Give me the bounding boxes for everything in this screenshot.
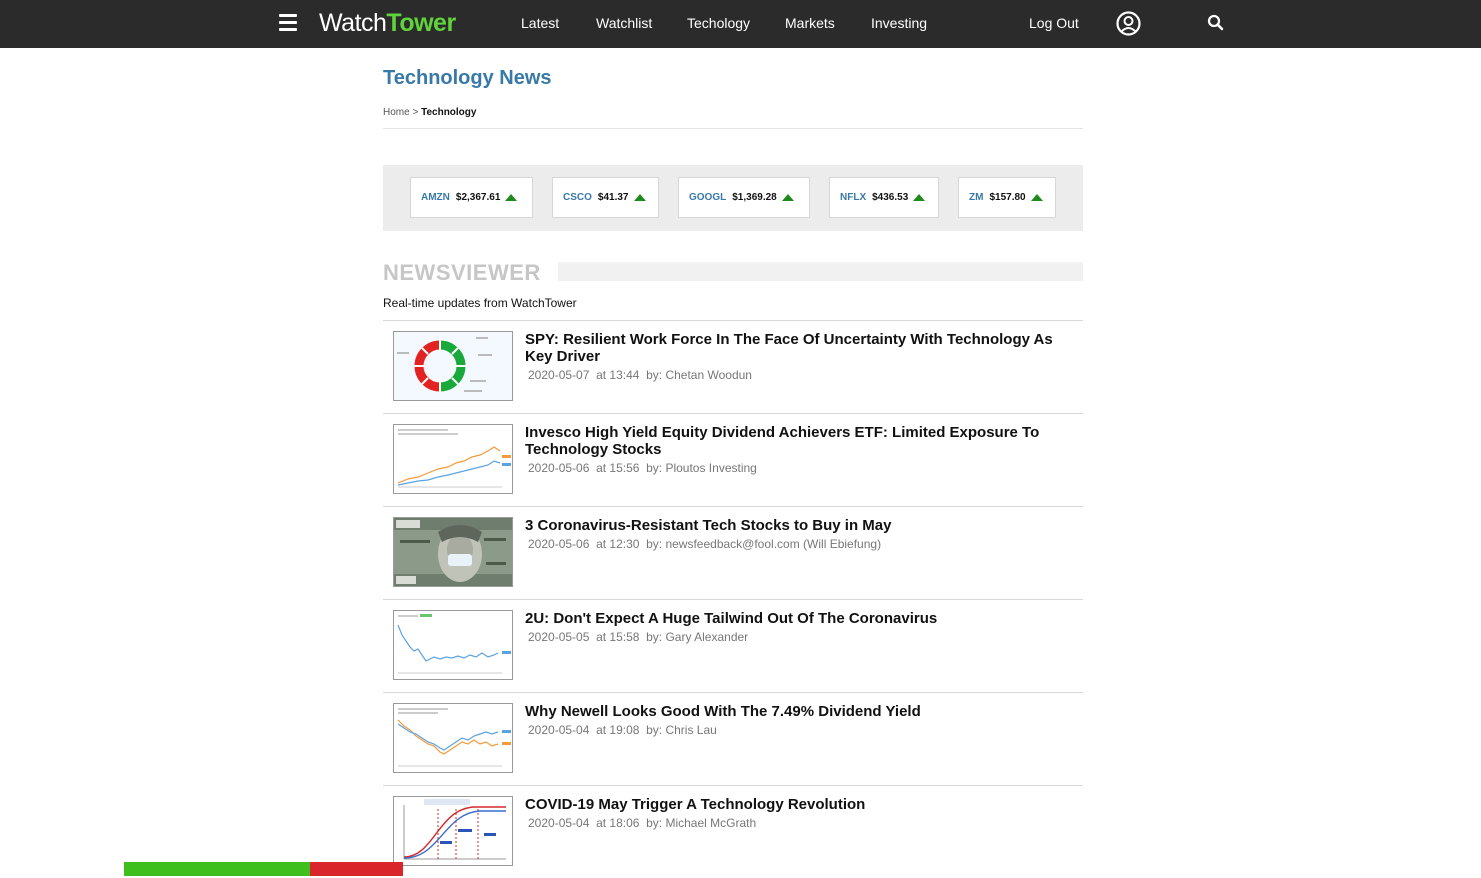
news-author: by: Chetan Woodun [646, 368, 752, 382]
page-title: Technology News [383, 67, 552, 89]
news-item[interactable]: Invesco High Yield Equity Dividend Achie… [383, 413, 1083, 506]
breadcrumb-current: Technology [421, 107, 477, 118]
user-circle-icon[interactable] [1116, 11, 1141, 36]
news-date: 2020-05-05 [528, 630, 590, 644]
news-author: by: Chris Lau [646, 723, 717, 737]
breadcrumb-home[interactable]: Home [383, 107, 410, 118]
news-author: by: Ploutos Investing [646, 461, 757, 475]
ticker-price: $41.37 [597, 192, 629, 203]
news-time: at 19:08 [596, 723, 640, 737]
news-time: at 18:06 [596, 816, 640, 830]
search-icon[interactable] [1207, 14, 1224, 31]
news-date: 2020-05-06 [528, 461, 590, 475]
ticker-symbol: AMZN [421, 192, 450, 203]
news-meta: 2020-05-06 at 12:30 by: newsfeedback@foo… [528, 537, 881, 551]
news-meta: 2020-05-04 at 18:06 by: Michael McGrath [528, 816, 756, 830]
ticker-nflx[interactable]: NFLX $436.53 [829, 177, 939, 218]
newsviewer-title: NEWSVIEWER [383, 260, 541, 285]
up-triangle-icon [913, 194, 926, 201]
news-date: 2020-05-07 [528, 368, 590, 382]
nav-latest[interactable]: Latest [521, 15, 559, 32]
ticker-symbol: GOOGL [689, 192, 727, 203]
logo-text-watch: Watch [319, 9, 387, 37]
ticker-zm[interactable]: ZM $157.80 [958, 177, 1056, 218]
news-headline[interactable]: Why Newell Looks Good With The 7.49% Div… [525, 703, 1065, 720]
news-thumbnail-line-chart[interactable] [393, 610, 513, 680]
news-headline[interactable]: COVID-19 May Trigger A Technology Revolu… [525, 796, 1065, 813]
ticker-bar: AMZN $2,367.61 CSCO $41.37 GOOGL $1,369.… [383, 165, 1083, 231]
ticker-price: $436.53 [872, 192, 909, 203]
news-author: by: newsfeedback@fool.com (Will Ebiefung… [646, 537, 882, 551]
news-time: at 12:30 [596, 537, 640, 551]
news-item[interactable]: 2U: Don't Expect A Huge Tailwind Out Of … [383, 599, 1083, 692]
news-meta: 2020-05-06 at 15:56 by: Ploutos Investin… [528, 461, 757, 475]
up-triangle-icon [781, 194, 794, 201]
nav-technology[interactable]: Techology [687, 15, 750, 32]
news-author: by: Michael McGrath [646, 816, 757, 830]
nav-investing[interactable]: Investing [871, 15, 927, 32]
news-headline[interactable]: 3 Coronavirus-Resistant Tech Stocks to B… [525, 517, 1065, 534]
news-meta: 2020-05-07 at 13:44 by: Chetan Woodun [528, 368, 752, 382]
site-logo[interactable]: WatchTower [319, 8, 456, 38]
up-triangle-icon [633, 194, 646, 201]
ticker-symbol: CSCO [563, 192, 592, 203]
news-item[interactable]: 3 Coronavirus-Resistant Tech Stocks to B… [383, 506, 1083, 599]
news-author: by: Gary Alexander [646, 630, 749, 644]
ticker-price: $157.80 [989, 192, 1026, 203]
news-headline[interactable]: 2U: Don't Expect A Huge Tailwind Out Of … [525, 610, 1065, 627]
nav-markets[interactable]: Markets [785, 15, 835, 32]
news-meta: 2020-05-04 at 19:08 by: Chris Lau [528, 723, 717, 737]
ticker-price: $1,369.28 [732, 192, 777, 203]
news-item[interactable]: COVID-19 May Trigger A Technology Revolu… [383, 785, 1083, 878]
news-headline[interactable]: SPY: Resilient Work Force In The Face Of… [525, 331, 1065, 365]
logout-link[interactable]: Log Out [1029, 15, 1079, 32]
ticker-symbol: NFLX [840, 192, 867, 203]
newsviewer-header-bar [558, 262, 1083, 281]
hamburger-menu-icon[interactable] [279, 14, 297, 31]
news-time: at 13:44 [596, 368, 640, 382]
breadcrumb-separator: > [412, 107, 419, 118]
news-meta: 2020-05-05 at 15:58 by: Gary Alexander [528, 630, 748, 644]
floating-widget-right[interactable] [310, 862, 403, 876]
ticker-googl[interactable]: GOOGL $1,369.28 [678, 177, 810, 218]
news-date: 2020-05-04 [528, 723, 590, 737]
news-headline[interactable]: Invesco High Yield Equity Dividend Achie… [525, 424, 1065, 458]
nav-watchlist[interactable]: Watchlist [596, 15, 652, 32]
news-thumbnail-line-chart[interactable] [393, 424, 513, 494]
news-thumbnail-donut-chart[interactable] [393, 331, 513, 401]
breadcrumb: Home > Technology [383, 107, 476, 118]
up-triangle-icon [1030, 194, 1043, 201]
newsviewer-subtitle: Real-time updates from WatchTower [383, 296, 577, 310]
ticker-symbol: ZM [969, 192, 984, 203]
floating-widget-left[interactable] [124, 862, 310, 876]
news-thumbnail-banknote-photo[interactable] [393, 517, 513, 587]
news-time: at 15:58 [596, 630, 640, 644]
ticker-csco[interactable]: CSCO $41.37 [552, 177, 659, 218]
up-triangle-icon [505, 194, 518, 201]
news-thumbnail-s-curve-chart[interactable] [393, 796, 513, 866]
news-thumbnail-line-chart[interactable] [393, 703, 513, 773]
divider [383, 128, 1083, 129]
ticker-amzn[interactable]: AMZN $2,367.61 [410, 177, 533, 218]
news-item[interactable]: Why Newell Looks Good With The 7.49% Div… [383, 692, 1083, 785]
ticker-price: $2,367.61 [455, 192, 501, 203]
news-time: at 15:56 [596, 461, 640, 475]
news-date: 2020-05-04 [528, 816, 590, 830]
news-date: 2020-05-06 [528, 537, 590, 551]
logo-text-tower: Tower [386, 9, 456, 37]
top-nav-bar: WatchTower Latest Watchlist Techology Ma… [0, 0, 1481, 48]
news-item[interactable]: SPY: Resilient Work Force In The Face Of… [383, 320, 1083, 413]
